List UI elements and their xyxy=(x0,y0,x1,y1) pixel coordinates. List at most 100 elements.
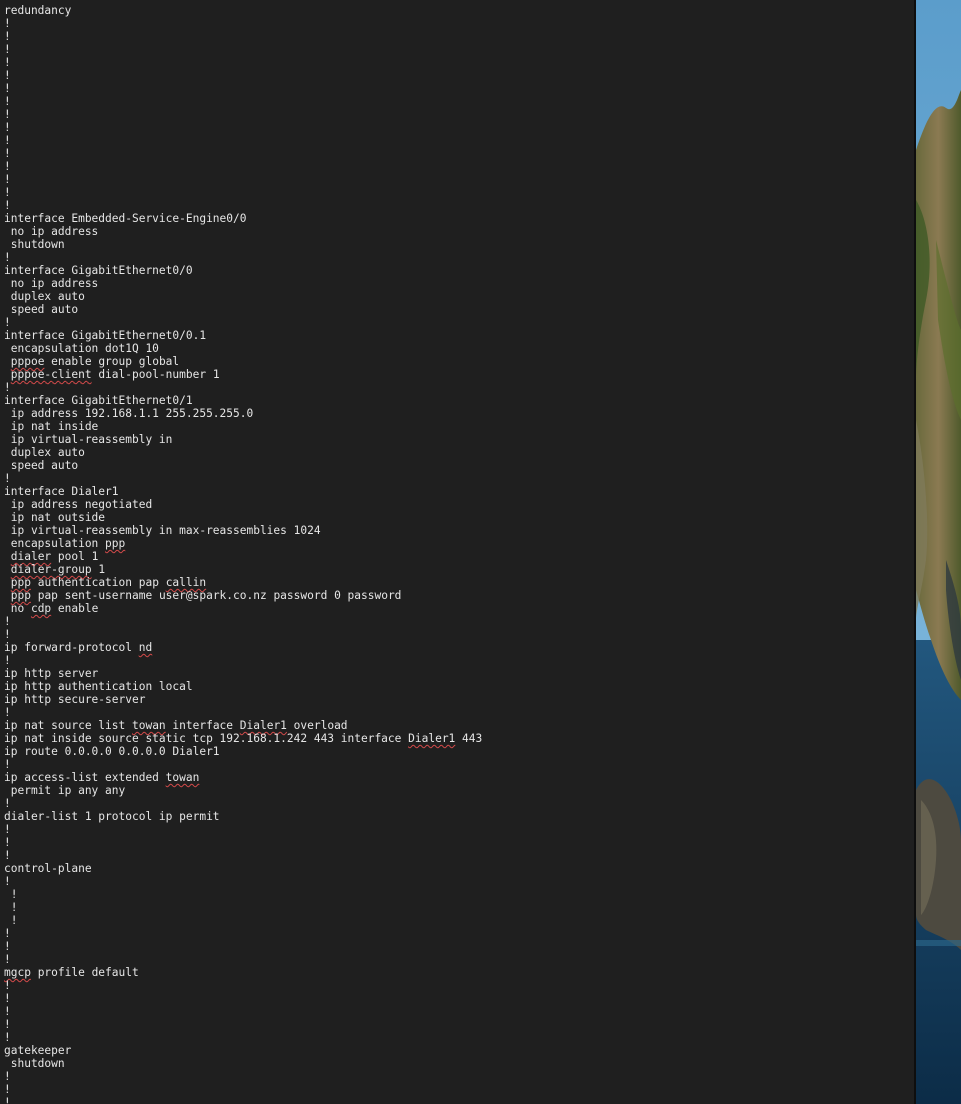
code-text: encapsulation dot1Q 10 xyxy=(4,342,159,355)
code-line: ! xyxy=(4,251,482,264)
code-line: ! xyxy=(4,836,482,849)
code-line: ip nat source list towan interface Diale… xyxy=(4,719,482,732)
code-line: ! xyxy=(4,1096,482,1104)
code-text: ip route 0.0.0.0 0.0.0.0 Dialer1 xyxy=(4,745,220,758)
desktop-wallpaper xyxy=(916,0,961,1104)
code-line: ! xyxy=(4,797,482,810)
code-text: ! xyxy=(4,186,11,199)
code-text: ! xyxy=(4,316,11,329)
code-text: overload xyxy=(286,719,348,732)
code-line: ! xyxy=(4,953,482,966)
code-line: ! xyxy=(4,1083,482,1096)
code-text: ! xyxy=(4,758,11,771)
text-editor-pane[interactable]: redundancy!!!!!!!!!!!!!!! interface Embed… xyxy=(0,0,914,1104)
code-line: ! xyxy=(4,56,482,69)
code-line: ip address negotiated xyxy=(4,498,482,511)
code-text: interface xyxy=(165,719,240,732)
code-text: ip http authentication local xyxy=(4,680,193,693)
spellcheck-word: callin xyxy=(165,576,207,589)
code-line: interface Dialer1 xyxy=(4,485,482,498)
code-text: ! xyxy=(4,953,11,966)
code-line: pppoe enable group global xyxy=(4,355,482,368)
code-text: ip address negotiated xyxy=(4,498,153,511)
code-line: shutdown xyxy=(4,1057,482,1070)
code-text: duplex auto xyxy=(4,446,85,459)
code-line: ! xyxy=(4,615,482,628)
code-text: pool 1 xyxy=(51,550,99,563)
spellcheck-word: dialer-group xyxy=(10,563,92,576)
code-line: ! xyxy=(4,758,482,771)
spellcheck-word: Dialer1 xyxy=(408,732,456,745)
code-text: dial-pool-number 1 xyxy=(91,368,220,381)
code-line: no ip address xyxy=(4,277,482,290)
code-line: ip http secure-server xyxy=(4,693,482,706)
code-line: no ip address xyxy=(4,225,482,238)
code-text: ip virtual-reassembly in max-reassemblie… xyxy=(4,524,321,537)
code-line: no cdp enable xyxy=(4,602,482,615)
spellcheck-word: ppp xyxy=(10,576,31,589)
code-text: interface Dialer1 xyxy=(4,485,119,498)
code-text: speed auto xyxy=(4,459,79,472)
code-text: ! xyxy=(4,979,11,992)
code-line: ip virtual-reassembly in max-reassemblie… xyxy=(4,524,482,537)
code-text: ip http secure-server xyxy=(4,693,146,706)
code-line: ! xyxy=(4,69,482,82)
spellcheck-word: pppoe-client xyxy=(10,368,92,381)
code-text: ! xyxy=(4,823,11,836)
code-text: ! xyxy=(4,888,18,901)
code-text: ! xyxy=(4,160,11,173)
code-line: ip address 192.168.1.1 255.255.255.0 xyxy=(4,407,482,420)
code-line: ! xyxy=(4,823,482,836)
code-text: ! xyxy=(4,901,18,914)
code-text: ! xyxy=(4,147,11,160)
code-line: ip forward-protocol nd xyxy=(4,641,482,654)
code-line: ip virtual-reassembly in xyxy=(4,433,482,446)
code-text: ip address 192.168.1.1 255.255.255.0 xyxy=(4,407,254,420)
code-text: ip virtual-reassembly in xyxy=(4,433,173,446)
code-text: dialer-list 1 protocol ip permit xyxy=(4,810,220,823)
code-line: ! xyxy=(4,1018,482,1031)
code-line: encapsulation ppp xyxy=(4,537,482,550)
code-text: speed auto xyxy=(4,303,79,316)
code-line: ! xyxy=(4,108,482,121)
code-text: ! xyxy=(4,1070,11,1083)
code-line: ! xyxy=(4,940,482,953)
code-text: ! xyxy=(4,199,11,212)
spellcheck-word: ppp xyxy=(105,537,126,550)
code-text: no xyxy=(4,602,31,615)
code-line: ! xyxy=(4,849,482,862)
code-line: shutdown xyxy=(4,238,482,251)
code-line: ! xyxy=(4,134,482,147)
code-line: ! xyxy=(4,888,482,901)
code-line: ! xyxy=(4,875,482,888)
code-text: ! xyxy=(4,108,11,121)
code-line: gatekeeper xyxy=(4,1044,482,1057)
code-line: ip route 0.0.0.0 0.0.0.0 Dialer1 xyxy=(4,745,482,758)
code-line: ! xyxy=(4,95,482,108)
code-line: dialer pool 1 xyxy=(4,550,482,563)
code-line: ! xyxy=(4,1031,482,1044)
code-line: ! xyxy=(4,30,482,43)
code-line: ! xyxy=(4,1005,482,1018)
code-text: no ip address xyxy=(4,225,99,238)
spellcheck-word: towan xyxy=(131,719,166,732)
config-text[interactable]: redundancy!!!!!!!!!!!!!!! interface Embed… xyxy=(4,4,482,1104)
code-line: pppoe-client dial-pool-number 1 xyxy=(4,368,482,381)
code-text: duplex auto xyxy=(4,290,85,303)
code-text: ! xyxy=(4,615,11,628)
code-text: ! xyxy=(4,706,11,719)
code-line: ! xyxy=(4,121,482,134)
spellcheck-word: pppoe xyxy=(10,355,45,368)
code-text: ip nat outside xyxy=(4,511,106,524)
code-line: ip access-list extended towan xyxy=(4,771,482,784)
spellcheck-word: towan xyxy=(165,771,200,784)
code-text: ip access-list extended xyxy=(4,771,166,784)
code-line: ppp authentication pap callin xyxy=(4,576,482,589)
code-line: ip http server xyxy=(4,667,482,680)
code-line: encapsulation dot1Q 10 xyxy=(4,342,482,355)
code-text: encapsulation xyxy=(4,537,106,550)
